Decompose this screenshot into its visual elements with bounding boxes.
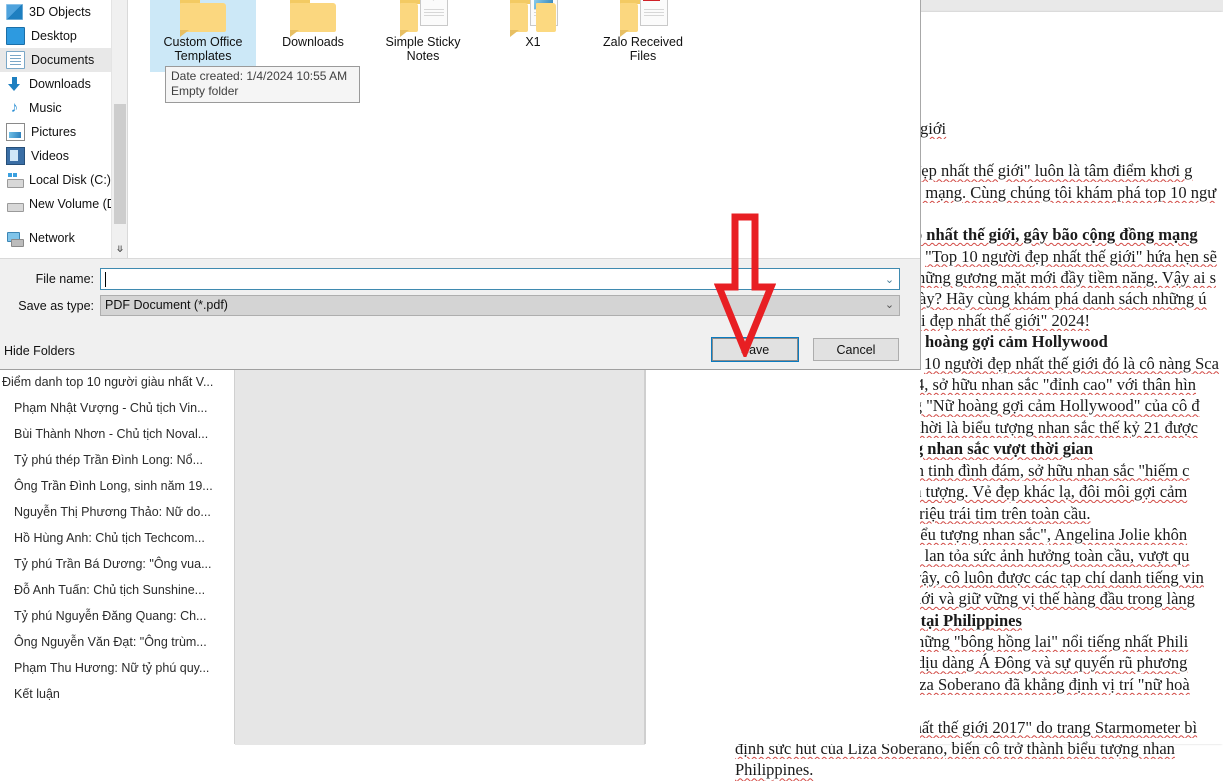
outline-item[interactable]: Kết luận	[0, 681, 234, 707]
document-text-run: "Top 10 người đẹp nhất thế giới" hứa hẹn…	[925, 246, 1217, 266]
chevron-down-icon[interactable]: ⌄	[881, 269, 898, 289]
nav-item-3d-objects[interactable]: 3D Objects	[0, 0, 127, 24]
outline-item[interactable]: Phạm Thu Hương: Nữ tỷ phú quy...	[0, 655, 234, 681]
file-list-item[interactable]: Downloads	[260, 0, 366, 72]
folder-icon	[284, 0, 342, 37]
file-list-item[interactable]: Custom Office Templates	[150, 0, 256, 72]
file-list-item-label: Downloads	[282, 35, 344, 49]
folder-icon	[174, 0, 232, 37]
hard-disk-icon	[6, 172, 24, 188]
outline-item[interactable]: Nguyễn Thị Phương Thảo: Nữ do...	[0, 499, 234, 525]
document-text-run: g mạng. Cùng chúng tôi khám phá top 10 n…	[913, 182, 1217, 202]
text-caret	[105, 272, 106, 287]
nav-item-music[interactable]: ♪ Music	[0, 96, 127, 120]
document-workspace-inner	[235, 369, 645, 745]
file-list-item-label: Simple Sticky Notes	[385, 35, 461, 63]
nav-item-network[interactable]: Network	[0, 226, 127, 250]
outline-item[interactable]: Tỷ phú thép Trần Đình Long: Nổ...	[0, 447, 234, 473]
nav-group-gap	[0, 216, 127, 226]
nav-item-label: Music	[29, 101, 62, 115]
nav-item-label: New Volume (D:	[29, 197, 120, 211]
scroll-down-arrow-icon[interactable]: ⤋	[112, 241, 128, 258]
file-list-item-label: X1	[525, 35, 541, 49]
folder-with-settings-file-icon: ⚙	[394, 0, 452, 37]
music-note-icon: ♪	[10, 99, 19, 116]
nav-item-label: Downloads	[29, 77, 91, 91]
outline-item[interactable]: Phạm Nhật Vượng - Chủ tịch Vin...	[0, 395, 234, 421]
navigation-scrollbar[interactable]: ⤋	[111, 0, 128, 258]
tooltip-date-created: Date created: 1/4/2024 10:55 AM	[171, 69, 348, 83]
nav-item-label: 3D Objects	[29, 5, 91, 19]
video-icon	[6, 147, 25, 165]
document-workspace-gray	[235, 369, 645, 745]
hard-disk-icon	[6, 196, 24, 212]
network-icon	[6, 230, 24, 247]
nav-item-videos[interactable]: Videos	[0, 144, 127, 168]
file-list-view[interactable]: Custom Office Templates Downloads ⚙Simple …	[128, 0, 920, 258]
nav-item-downloads[interactable]: Downloads	[0, 72, 127, 96]
file-list-item[interactable]: X1	[480, 0, 586, 72]
save-as-type-label: Save as type:	[18, 299, 94, 313]
document-text-line: Philippines.	[735, 759, 1223, 780]
outline-item[interactable]: Ông Trần Đình Long, sinh năm 19...	[0, 473, 234, 499]
document-text-run: đẹp nhất thế giới" luôn là tâm điểm khơi…	[913, 161, 1193, 181]
navigation-outline-pane[interactable]: Điểm danh top 10 người giàu nhất V... Phạ…	[0, 369, 234, 744]
save-as-dialog[interactable]: 3D Objects Desktop Documents Downloads ♪ Musi…	[0, 0, 921, 370]
outline-item[interactable]: Tỷ phú Nguyễn Đăng Quang: Ch...	[0, 603, 234, 629]
file-list-item-label: Zalo Received Files	[603, 35, 683, 63]
nav-item-label: Local Disk (C:)	[29, 173, 111, 187]
file-name-input[interactable]: ⌄	[100, 268, 900, 290]
dialog-navigation-pane[interactable]: 3D Objects Desktop Documents Downloads ♪ Musi…	[0, 0, 127, 258]
nav-item-label: Documents	[31, 53, 95, 67]
save-as-type-select[interactable]: PDF Document (*.pdf) ⌄	[100, 295, 900, 316]
file-name-label: File name:	[35, 272, 94, 286]
nav-item-pictures[interactable]: Pictures	[0, 120, 127, 144]
hide-folders-button[interactable]: Hide Folders	[4, 344, 75, 358]
document-text-run: giới	[920, 119, 947, 138]
folder-tooltip: Date created: 1/4/2024 10:55 AM Empty fo…	[165, 66, 360, 103]
nav-item-label: Network	[29, 231, 75, 245]
document-text-run: hững gương mặt mới đầy tiềm năng. Vậy ai…	[917, 268, 1216, 288]
workspace-white-area	[646, 369, 920, 744]
file-list-separator	[0, 258, 920, 259]
folder-with-image-file-icon	[504, 0, 562, 37]
document-text-run: 10 người đẹp nhất thế giới đó là cô nàng…	[924, 353, 1219, 373]
document-text-run: p nhất thế giới, gây bão cộng đồng mạng	[913, 225, 1198, 245]
nav-item-label: Videos	[31, 149, 69, 163]
document-text-run: hoàng gợi cảm Hollywood	[925, 332, 1108, 352]
picture-icon	[6, 123, 25, 141]
download-arrow-icon	[6, 76, 23, 92]
nav-item-desktop[interactable]: Desktop	[0, 24, 127, 48]
documents-icon	[6, 51, 25, 69]
folder-with-pdf-file-icon: PDF	[614, 0, 672, 37]
file-list-item-label: Custom Office Templates	[163, 35, 243, 63]
outline-item[interactable]: Bùi Thành Nhơn - Chủ tịch Noval...	[0, 421, 234, 447]
outline-item[interactable]: Điểm danh top 10 người giàu nhất V...	[0, 369, 234, 395]
cancel-button[interactable]: Cancel	[813, 338, 899, 361]
outline-item[interactable]: Hồ Hùng Anh: Chủ tịch Techcom...	[0, 525, 234, 551]
outline-item[interactable]: Tỷ phú Trần Bá Dương: "Ông vua...	[0, 551, 234, 577]
nav-item-new-volume-d[interactable]: New Volume (D:	[0, 192, 127, 216]
desktop-icon	[6, 27, 25, 45]
tooltip-empty-folder: Empty folder	[171, 84, 239, 98]
nav-item-documents[interactable]: Documents	[0, 48, 127, 72]
outline-item[interactable]: Ông Nguyễn Văn Đạt: "Ông trùm...	[0, 629, 234, 655]
nav-item-label: Desktop	[31, 29, 77, 43]
file-list-item[interactable]: ⚙Simple Sticky Notes	[370, 0, 476, 72]
file-list-item[interactable]: PDFZalo Received Files	[590, 0, 696, 72]
navigation-scrollbar-thumb[interactable]	[114, 104, 126, 224]
document-text-run: ày? Hãy cùng khám phá danh sách những ú	[919, 289, 1207, 309]
outline-item[interactable]: Đỗ Anh Tuấn: Chủ tịch Sunshine...	[0, 577, 234, 603]
document-text-run: Philippines.	[735, 760, 814, 780]
nav-item-local-disk-c[interactable]: Local Disk (C:)	[0, 168, 127, 192]
save-button[interactable]: Save	[712, 338, 798, 361]
document-text-run: i đẹp nhất thế giới" 2024!	[921, 310, 1090, 330]
cube-icon	[6, 4, 23, 20]
chevron-down-icon[interactable]: ⌄	[881, 296, 898, 315]
nav-item-label: Pictures	[31, 125, 77, 139]
